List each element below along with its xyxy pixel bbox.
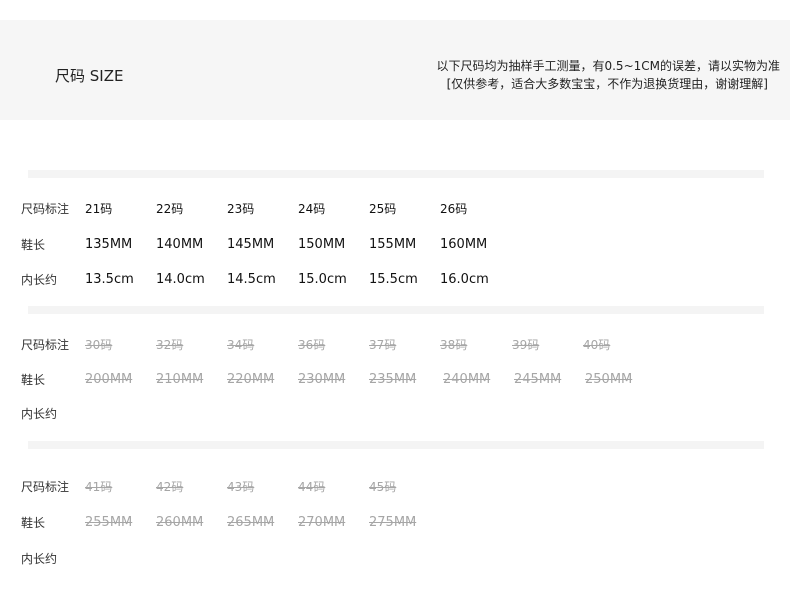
inner-length-row: 内长约 13.5cm 14.0cm 14.5cm 15.0cm 15.5cm 1…	[0, 270, 790, 290]
size-cell: 34码	[227, 338, 255, 352]
length-cell: 235MM	[369, 372, 417, 387]
shoe-length-row: 鞋长 255MM 260MM 265MM 270MM 275MM	[0, 513, 790, 533]
row-label: 尺码标注	[21, 202, 70, 216]
inner-length-cell: 16.0cm	[440, 272, 489, 287]
section-divider	[28, 306, 764, 314]
size-cell: 36码	[298, 338, 326, 352]
length-cell: 230MM	[298, 372, 346, 387]
size-cell: 40码	[583, 338, 611, 352]
size-cell: 30码	[85, 338, 113, 352]
row-label: 内长约	[21, 407, 58, 421]
size-row: 尺码标注 21码 22码 23码 24码 25码 26码	[0, 199, 790, 219]
row-label: 鞋长	[21, 373, 46, 387]
size-cell: 38码	[440, 338, 468, 352]
size-cell: 23码	[227, 202, 255, 216]
row-label: 尺码标注	[21, 480, 70, 494]
inner-length-cell: 14.0cm	[156, 272, 205, 287]
length-cell: 265MM	[227, 515, 275, 530]
size-cell: 37码	[369, 338, 397, 352]
inner-length-cell: 13.5cm	[85, 272, 134, 287]
length-cell: 210MM	[156, 372, 204, 387]
length-cell: 255MM	[85, 515, 133, 530]
length-cell: 260MM	[156, 515, 204, 530]
length-cell: 245MM	[514, 372, 562, 387]
inner-length-cell: 14.5cm	[227, 272, 276, 287]
length-cell: 240MM	[443, 372, 491, 387]
size-cell: 44码	[298, 480, 326, 494]
size-header: 尺码 SIZE 以下尺码均为抽样手工测量，有0.5~1CM的误差，请以实物为准 …	[0, 20, 790, 120]
shoe-length-row: 鞋长 200MM 210MM 220MM 230MM 235MM 240MM 2…	[0, 370, 790, 390]
length-cell: 135MM	[85, 237, 133, 252]
size-cell: 39码	[512, 338, 540, 352]
section-divider	[28, 170, 764, 178]
size-cell: 24码	[298, 202, 326, 216]
note-line-2: [仅供参考，适合大多数宝宝，不作为退换货理由，谢谢理解]	[446, 77, 768, 91]
length-cell: 160MM	[440, 237, 488, 252]
size-cell: 22码	[156, 202, 184, 216]
section-divider	[28, 441, 764, 449]
length-cell: 250MM	[585, 372, 633, 387]
size-cell: 32码	[156, 338, 184, 352]
length-cell: 270MM	[298, 515, 346, 530]
inner-length-cell: 15.5cm	[369, 272, 418, 287]
size-row: 尺码标注 30码 32码 34码 36码 37码 38码 39码 40码	[0, 335, 790, 355]
length-cell: 140MM	[156, 237, 204, 252]
length-cell: 200MM	[85, 372, 133, 387]
note-line-1: 以下尺码均为抽样手工测量，有0.5~1CM的误差，请以实物为准	[436, 59, 780, 73]
size-row: 尺码标注 41码 42码 43码 44码 45码	[0, 477, 790, 497]
size-cell: 41码	[85, 480, 113, 494]
row-label: 鞋长	[21, 238, 46, 252]
length-cell: 150MM	[298, 237, 346, 252]
shoe-length-row: 鞋长 135MM 140MM 145MM 150MM 155MM 160MM	[0, 235, 790, 255]
size-cell: 43码	[227, 480, 255, 494]
length-cell: 145MM	[227, 237, 275, 252]
size-cell: 42码	[156, 480, 184, 494]
measurement-note: 以下尺码均为抽样手工测量，有0.5~1CM的误差，请以实物为准 [仅供参考，适合…	[436, 57, 780, 93]
size-cell: 21码	[85, 202, 113, 216]
inner-length-row: 内长约	[0, 404, 790, 424]
length-cell: 275MM	[369, 515, 417, 530]
length-cell: 155MM	[369, 237, 417, 252]
length-cell: 220MM	[227, 372, 275, 387]
page-title: 尺码 SIZE	[55, 67, 124, 85]
row-label: 内长约	[21, 273, 58, 287]
row-label: 鞋长	[21, 516, 46, 530]
inner-length-cell: 15.0cm	[298, 272, 347, 287]
row-label: 尺码标注	[21, 338, 70, 352]
row-label: 内长约	[21, 552, 58, 566]
size-cell: 25码	[369, 202, 397, 216]
size-cell: 26码	[440, 202, 468, 216]
size-cell: 45码	[369, 480, 397, 494]
inner-length-row: 内长约	[0, 549, 790, 569]
